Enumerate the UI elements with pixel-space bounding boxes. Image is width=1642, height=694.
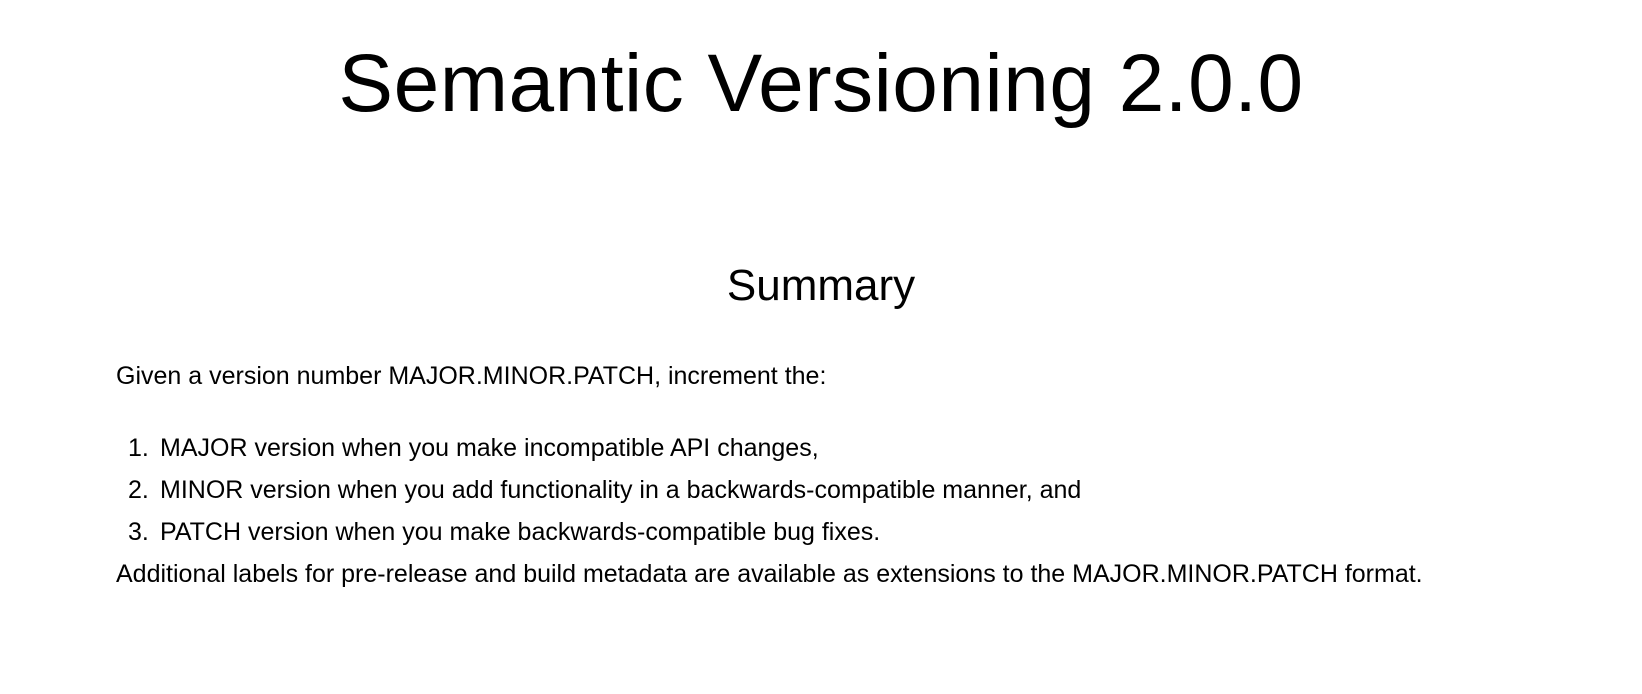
list-item-number: 1. [128, 434, 149, 462]
list-item: 3. PATCH version when you make backwards… [116, 511, 1556, 553]
summary-content: Given a version number MAJOR.MINOR.PATCH… [116, 355, 1556, 595]
list-item-number: 3. [128, 518, 149, 546]
closing-paragraph: Additional labels for pre-release and bu… [116, 560, 1423, 588]
list-item: 1. MAJOR version when you make incompati… [116, 427, 1556, 469]
page: Semantic Versioning 2.0.0 Summary Given … [0, 0, 1642, 694]
page-title: Semantic Versioning 2.0.0 [338, 38, 1304, 129]
list-item: 2. MINOR version when you add functional… [116, 469, 1556, 511]
list-item-text: MAJOR version when you make incompatible… [160, 434, 819, 462]
list-item-number: 2. [128, 476, 149, 504]
list-item-text: PATCH version when you make backwards-co… [160, 518, 881, 546]
intro-paragraph: Given a version number MAJOR.MINOR.PATCH… [116, 362, 827, 390]
version-rules-list: 1. MAJOR version when you make incompati… [116, 427, 1556, 553]
summary-heading: Summary [726, 261, 916, 310]
list-item-text: MINOR version when you add functionality… [160, 476, 1082, 504]
